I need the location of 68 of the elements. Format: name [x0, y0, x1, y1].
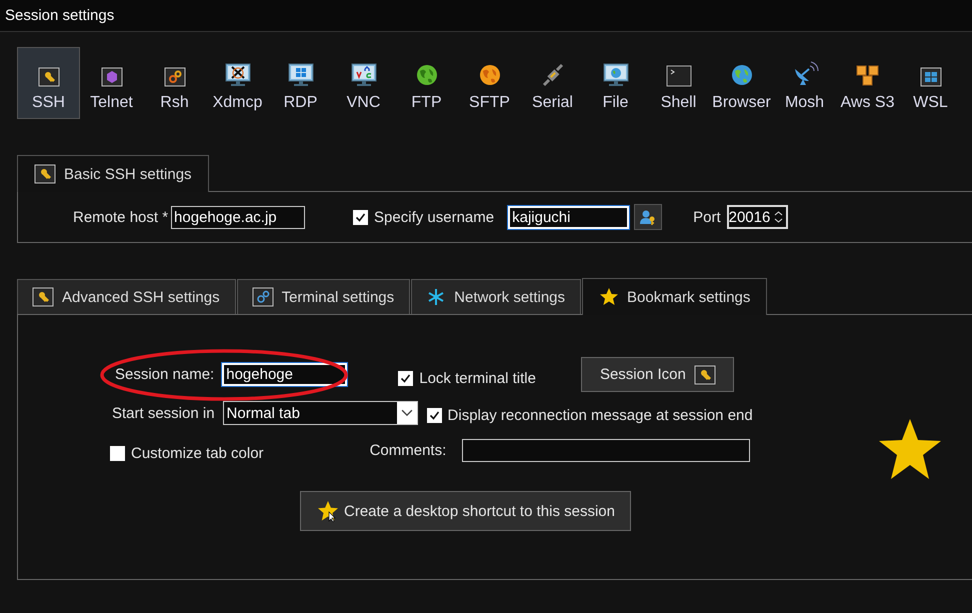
gears-icon	[252, 287, 274, 307]
session-type-button[interactable]: File	[584, 47, 647, 119]
session-type-button[interactable]: RDP	[269, 47, 332, 119]
settings-tab[interactable]: Bookmark settings	[582, 278, 768, 315]
spin-arrows-icon	[774, 210, 784, 224]
checkbox-label: Customize tab color	[131, 445, 264, 462]
session-type-button[interactable]: Telnet	[80, 47, 143, 119]
star-icon	[878, 418, 942, 480]
input-field[interactable]	[462, 439, 750, 462]
check-icon	[428, 408, 441, 422]
key-icon	[34, 164, 56, 184]
session-type-button[interactable]: Mosh	[773, 47, 836, 119]
desktop-shortcut-button[interactable]: Create a desktop shortcut to this session	[300, 491, 631, 531]
dropdown[interactable]: Normal tab	[222, 401, 418, 425]
checkbox[interactable]	[398, 371, 414, 386]
input-field[interactable]: hogehoge.ac.jp	[171, 206, 306, 228]
session-type-button[interactable]: SFTP	[458, 47, 521, 119]
port-spinner[interactable]: 20016	[726, 205, 788, 229]
monitor-icon	[286, 63, 314, 87]
session-type-button[interactable]: Xdmcp	[206, 47, 269, 119]
monitor-icon	[224, 63, 252, 87]
checkbox-label: Lock terminal title	[419, 370, 536, 387]
input-field[interactable]: hogehoge	[222, 363, 348, 386]
gem-icon	[100, 67, 122, 87]
checkbox-label: Specify username	[374, 208, 494, 226]
network-icon	[426, 287, 446, 307]
user-key-icon	[639, 209, 658, 225]
checkbox[interactable]	[110, 446, 125, 461]
monitor-icon	[350, 63, 378, 87]
settings-tab[interactable]: Network settings	[411, 279, 582, 314]
field-label: Port	[693, 208, 721, 226]
session-type-button[interactable]: SSH	[17, 47, 80, 119]
key-icon	[32, 287, 54, 307]
user-key-button[interactable]	[634, 204, 662, 230]
session-type-button[interactable]: VNC	[332, 47, 395, 119]
window-title: Session settings	[5, 7, 114, 24]
key-icon	[694, 364, 716, 384]
checkbox[interactable]	[353, 210, 368, 224]
gears-icon	[164, 67, 186, 87]
session-type-button[interactable]: Shell	[647, 47, 710, 119]
session-type-button[interactable]: Serial	[521, 47, 584, 119]
cubes-icon	[854, 63, 880, 87]
checkbox[interactable]	[426, 408, 442, 422]
check-icon	[354, 210, 368, 224]
monitor-icon	[602, 63, 630, 87]
field-label: Remote host *	[73, 208, 168, 226]
star-icon	[317, 500, 339, 522]
session-type-button[interactable]: WSL	[899, 47, 962, 119]
terminal-icon	[666, 65, 692, 87]
chevron-down-icon	[396, 402, 417, 424]
session-type-button[interactable]: FTP	[395, 47, 458, 119]
star-icon	[599, 287, 620, 307]
session-type-button[interactable]: Rsh	[143, 47, 206, 119]
port-value: 20016	[728, 208, 770, 226]
session-icon-button[interactable]: Session Icon	[580, 357, 734, 392]
settings-tab[interactable]: Terminal settings	[236, 279, 410, 314]
input-field[interactable]: kajiguchi	[508, 206, 630, 228]
session-type-button[interactable]: Browser	[710, 47, 773, 119]
checkbox-label: Display reconnection message at session end	[448, 406, 753, 424]
check-icon	[399, 372, 412, 385]
windows-logo-icon	[920, 67, 942, 87]
settings-tab[interactable]: Basic SSH settings	[17, 155, 209, 192]
field-label: Session name:	[115, 366, 214, 383]
field-label: Start session in	[112, 404, 215, 422]
field-label: Comments:	[370, 442, 446, 459]
settings-tab[interactable]: Advanced SSH settings	[17, 279, 236, 314]
session-type-button[interactable]: Aws S3	[836, 47, 899, 119]
key-icon	[38, 67, 60, 87]
